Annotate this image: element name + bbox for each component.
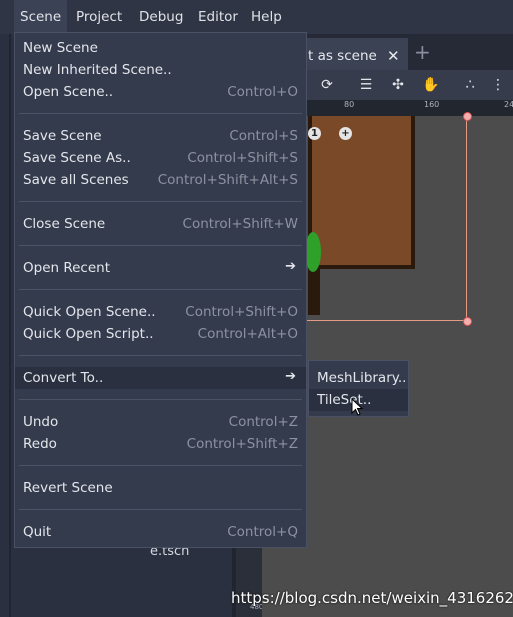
menu-item-quick-open-scene[interactable]: Quick Open Scene.. Control+Shift+O: [15, 301, 306, 323]
menu-item-new-scene[interactable]: New Scene: [15, 37, 306, 59]
menu-item-save-scene-as[interactable]: Save Scene As.. Control+Shift+S: [15, 147, 306, 169]
chevron-right-icon: ➔: [285, 369, 296, 384]
submenu-item-label: MeshLibrary..: [317, 370, 407, 386]
submenu-item-meshlibrary[interactable]: MeshLibrary..: [309, 367, 408, 389]
chevron-right-icon: ➔: [285, 259, 296, 274]
menu-item-label: New Inherited Scene..: [23, 62, 172, 78]
menu-item-quick-open-script[interactable]: Quick Open Script.. Control+Alt+O: [15, 323, 306, 345]
menu-item-shortcut: Control+Shift+O: [185, 304, 298, 320]
scene-dropdown-menu: New Scene New Inherited Scene.. Open Sce…: [14, 32, 307, 548]
menu-item-label: Revert Scene: [23, 480, 113, 496]
menu-separator: [19, 509, 302, 510]
dock-divider: [9, 34, 11, 617]
menu-help[interactable]: Help: [245, 0, 288, 34]
menubar: Scene Project Debug Editor Help: [0, 0, 513, 34]
menu-item-shortcut: Control+Shift+W: [182, 216, 298, 232]
menu-item-close-scene[interactable]: Close Scene Control+Shift+W: [15, 213, 306, 235]
resize-handle[interactable]: [463, 112, 472, 121]
snap-icon[interactable]: ∴: [461, 76, 479, 94]
scene-tab-label: t as scene: [308, 48, 377, 64]
menu-item-convert-to[interactable]: Convert To.. ➔: [15, 367, 306, 389]
menu-item-shortcut: Control+O: [227, 84, 298, 100]
menu-item-shortcut: Control+Shift+Alt+S: [157, 172, 298, 188]
menu-item-label: Save Scene: [23, 128, 102, 144]
resize-handle[interactable]: [463, 317, 472, 326]
menu-item-shortcut: Control+Shift+S: [187, 150, 298, 166]
menu-item-label: New Scene: [23, 40, 98, 56]
ruler-tick: 80: [344, 100, 355, 109]
menu-debug[interactable]: Debug: [133, 0, 189, 34]
menu-item-save-scene[interactable]: Save Scene Control+S: [15, 125, 306, 147]
menu-item-shortcut: Control+Z: [228, 414, 298, 430]
menu-separator: [19, 465, 302, 466]
list-select-icon[interactable]: ☰: [357, 76, 375, 94]
menu-item-undo[interactable]: Undo Control+Z: [15, 411, 306, 433]
menu-item-label: Close Scene: [23, 216, 106, 232]
rotate-icon[interactable]: ⟳: [318, 76, 336, 94]
menu-editor[interactable]: Editor: [192, 0, 244, 34]
menu-item-label: Save all Scenes: [23, 172, 129, 188]
menu-item-open-recent[interactable]: Open Recent ➔: [15, 257, 306, 279]
menu-item-label: Open Scene..: [23, 84, 114, 100]
menu-item-label: Convert To..: [23, 370, 104, 386]
menu-separator: [19, 399, 302, 400]
menu-item-label: Undo: [23, 414, 59, 430]
menu-separator: [19, 289, 302, 290]
ruler-tick: 24: [504, 100, 513, 109]
ruler-tick: 160: [424, 100, 440, 109]
close-icon[interactable]: ✕: [387, 47, 400, 65]
menu-separator: [19, 201, 302, 202]
selection-rect: [306, 116, 467, 321]
menu-project[interactable]: Project: [70, 0, 128, 34]
more-options-icon[interactable]: ⋮: [489, 76, 507, 94]
pivot-icon[interactable]: ✣: [389, 76, 407, 94]
menu-item-redo[interactable]: Redo Control+Shift+Z: [15, 433, 306, 455]
menu-item-quit[interactable]: Quit Control+Q: [15, 521, 306, 543]
viewport-icon[interactable]: 1: [308, 127, 321, 140]
menu-item-new-inherited-scene[interactable]: New Inherited Scene..: [15, 59, 306, 81]
menu-item-open-scene[interactable]: Open Scene.. Control+O: [15, 81, 306, 103]
menu-item-shortcut: Control+Alt+O: [197, 326, 298, 342]
menu-item-label: Save Scene As..: [23, 150, 131, 166]
menu-item-shortcut: Control+S: [229, 128, 298, 144]
menu-item-label: Open Recent: [23, 260, 111, 276]
menu-item-label: Quick Open Scene..: [23, 304, 156, 320]
menu-item-label: Redo: [23, 436, 57, 452]
menu-item-shortcut: Control+Shift+Z: [186, 436, 298, 452]
menu-separator: [19, 113, 302, 114]
mouse-cursor-icon: [351, 398, 364, 416]
add-tab-icon[interactable]: +: [414, 40, 431, 64]
watermark: https://blog.csdn.net/weixin_43162622: [231, 589, 513, 607]
menu-item-revert-scene[interactable]: Revert Scene: [15, 477, 306, 499]
menu-separator: [19, 245, 302, 246]
menu-item-label: Quit: [23, 524, 52, 540]
menu-scene[interactable]: Scene: [14, 0, 68, 34]
menu-item-shortcut: Control+Q: [227, 524, 298, 540]
pan-hand-icon[interactable]: ✋: [422, 76, 440, 94]
add-icon[interactable]: +: [339, 127, 352, 140]
menu-item-save-all-scenes[interactable]: Save all Scenes Control+Shift+Alt+S: [15, 169, 306, 191]
menu-item-label: Quick Open Script..: [23, 326, 154, 342]
menu-separator: [19, 355, 302, 356]
